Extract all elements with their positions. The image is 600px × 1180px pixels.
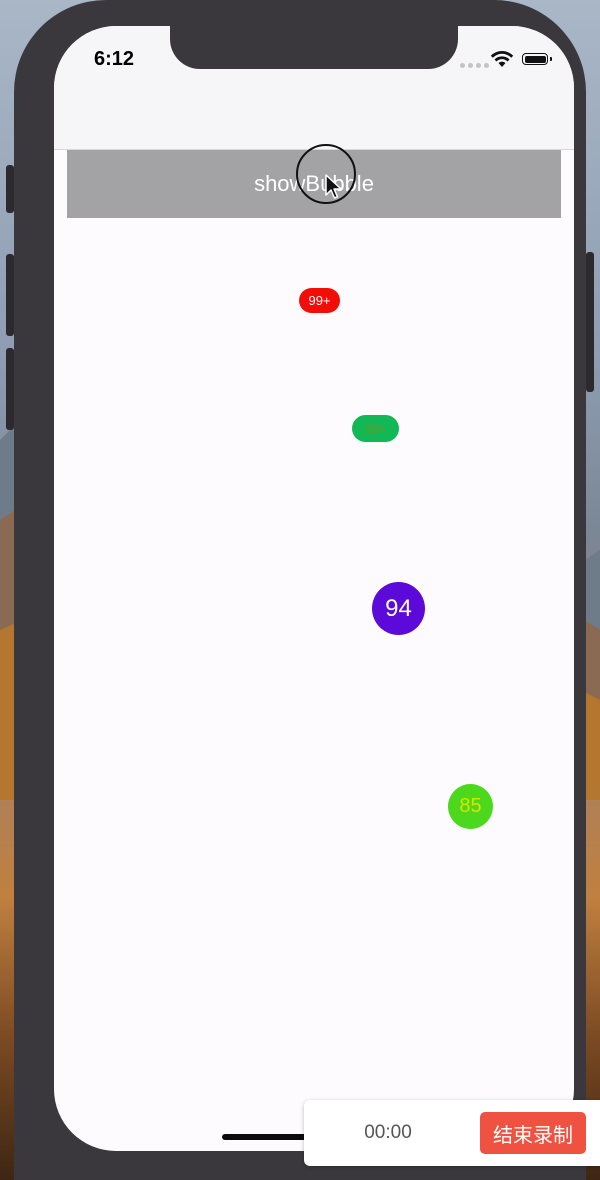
signal-dots-icon [460,63,489,68]
recording-timer: 00:00 [364,1122,412,1143]
badge-bubble: 99+ [299,288,340,313]
status-time: 6:12 [94,48,135,70]
badge-bubble: 99+ [352,415,399,442]
notch [170,26,458,69]
desktop-background: 6:12 showBubble 99+ 99+ 94 85 00:00 结束录制 [0,0,600,1180]
badge-bubble: 85 [448,784,493,829]
wifi-icon [490,51,514,67]
screen-recorder-panel: 00:00 结束录制 [304,1100,600,1166]
power-button [586,252,594,392]
touch-cursor [296,144,356,204]
mute-switch [6,165,14,213]
volume-up-button [6,254,14,336]
badge-bubble: 94 [372,582,425,635]
battery-icon [522,53,552,65]
volume-down-button [6,348,14,430]
pointer-cursor-icon [325,174,342,199]
stop-recording-button[interactable]: 结束录制 [480,1112,586,1154]
